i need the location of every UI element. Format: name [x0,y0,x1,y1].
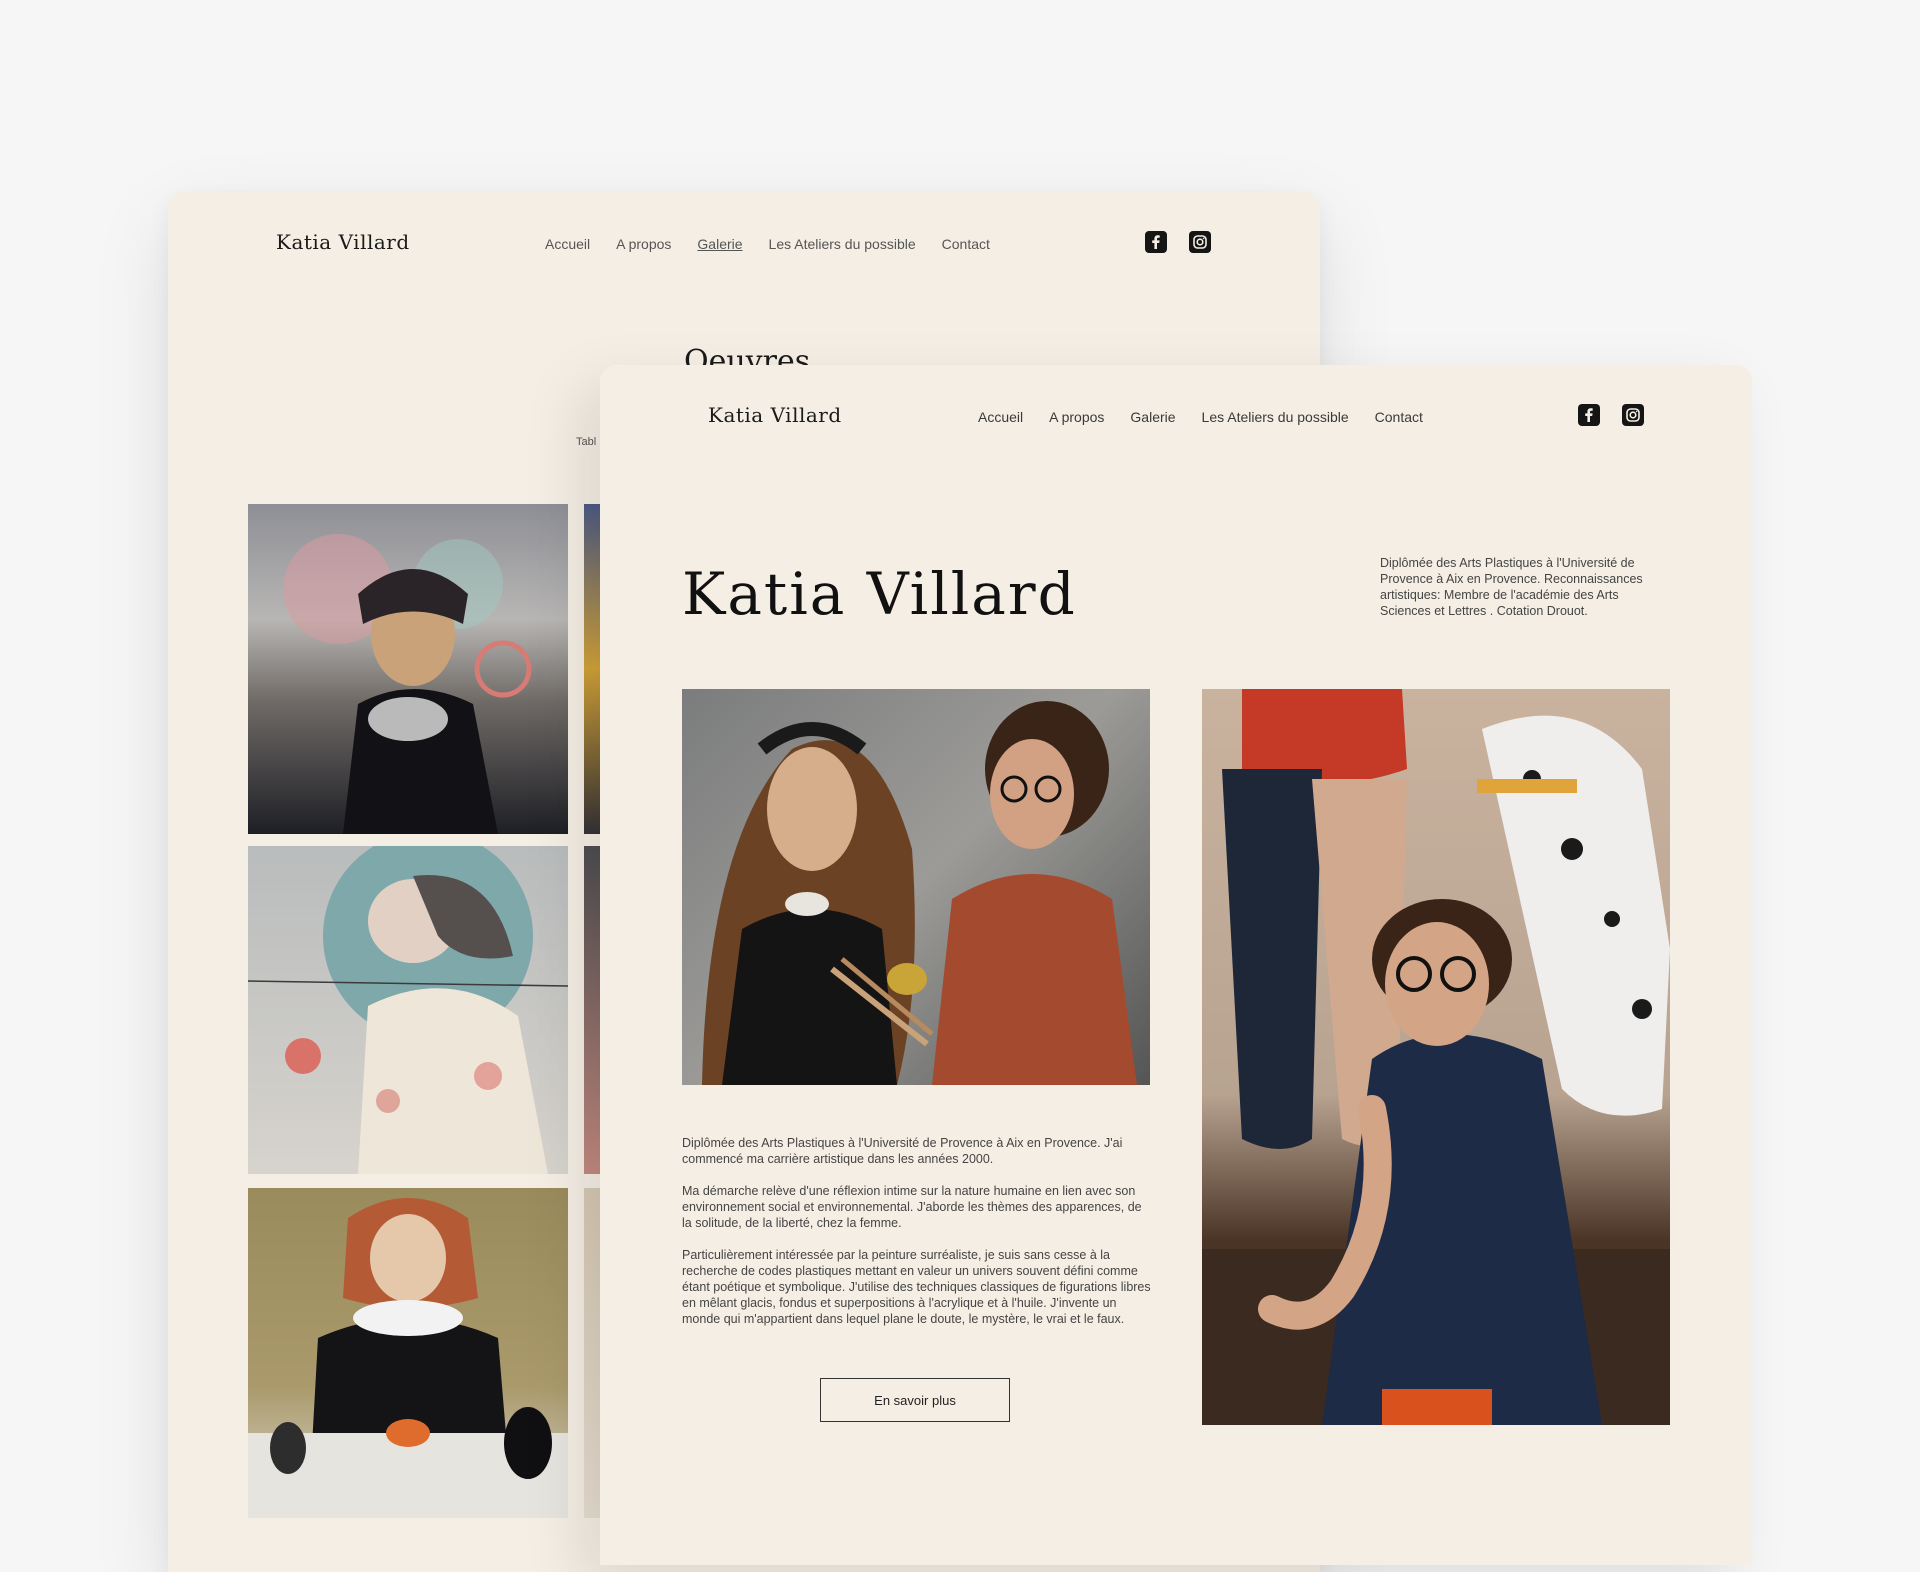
about-paragraph-2: Ma démarche relève d'une réflexion intim… [682,1184,1142,1230]
artwork-tile[interactable] [248,1188,568,1518]
artwork-painting-tea [248,1198,568,1518]
artist-portrait-photo [1202,689,1670,1425]
about-paragraph-1: Diplômée des Arts Plastiques à l'Univers… [682,1136,1123,1166]
site-header: Katia Villard Accueil A propos Galerie L… [168,192,1320,292]
site-logo[interactable]: Katia Villard [276,230,410,254]
photo-illustration [1202,689,1670,1425]
nav-item-galerie[interactable]: Galerie [697,236,742,252]
facebook-icon[interactable] [1578,404,1600,426]
facebook-icon[interactable] [1145,231,1167,253]
about-page-mockup: Katia Villard Accueil A propos Galerie L… [600,365,1752,1565]
nav-item-accueil[interactable]: Accueil [545,236,590,252]
nav-item-a-propos[interactable]: A propos [1049,409,1104,425]
site-logo[interactable]: Katia Villard [708,403,842,427]
learn-more-button[interactable]: En savoir plus [820,1378,1010,1422]
site-header: Katia Villard Accueil A propos Galerie L… [600,365,1752,465]
artwork-tile[interactable] [248,504,568,834]
artwork-painting-blossom [248,846,568,1174]
artwork-painting-flowers [283,534,532,834]
main-nav: Accueil A propos Galerie Les Ateliers du… [545,236,990,252]
nav-item-accueil[interactable]: Accueil [978,409,1023,425]
page-title: Katia Villard [682,560,1077,628]
nav-item-ateliers[interactable]: Les Ateliers du possible [769,236,916,252]
about-paragraph-3: Particulièrement intéressée par la peint… [682,1248,1151,1326]
nav-item-contact[interactable]: Contact [1375,409,1423,425]
artwork-tile[interactable] [248,846,568,1174]
social-links [1578,404,1644,426]
short-bio: Diplômée des Arts Plastiques à l'Univers… [1380,556,1643,618]
gallery-subtitle: Tabl [576,436,597,448]
photo-illustration [702,701,1137,1085]
nav-item-galerie[interactable]: Galerie [1130,409,1175,425]
instagram-icon[interactable] [1622,404,1644,426]
nav-item-ateliers[interactable]: Les Ateliers du possible [1202,409,1349,425]
instagram-icon[interactable] [1189,231,1211,253]
social-links [1145,231,1211,253]
artist-with-painting-photo [682,689,1150,1085]
nav-item-a-propos[interactable]: A propos [616,236,671,252]
nav-item-contact[interactable]: Contact [942,236,990,252]
main-nav: Accueil A propos Galerie Les Ateliers du… [978,409,1423,425]
